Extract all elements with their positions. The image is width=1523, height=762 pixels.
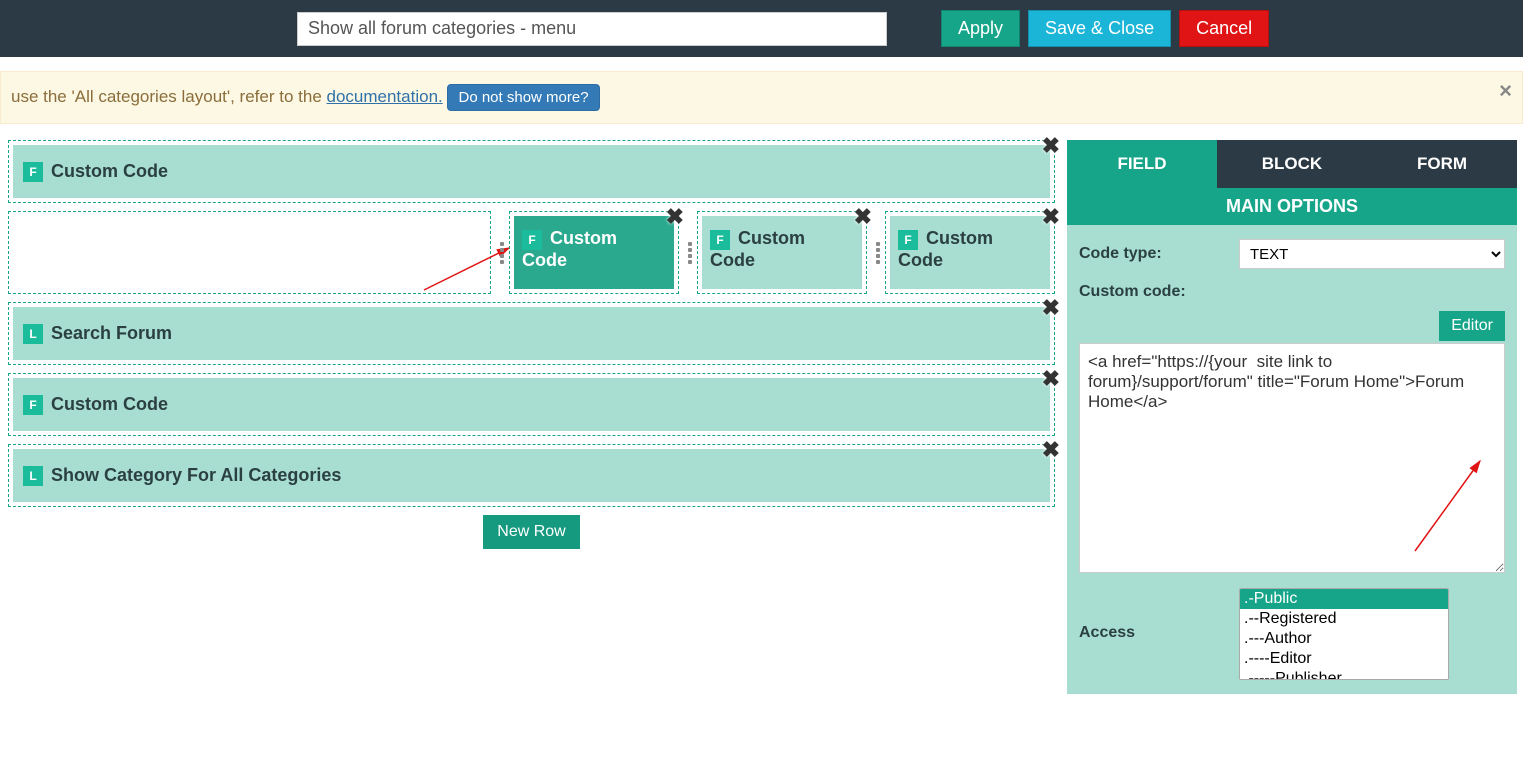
documentation-link[interactable]: documentation.	[327, 87, 443, 106]
tab-form[interactable]: FORM	[1367, 140, 1517, 188]
row-multi: ✖ FCustom Code ✖ FCustom Code	[8, 211, 1055, 294]
do-not-show-button[interactable]: Do not show more?	[447, 84, 599, 111]
top-toolbar: Apply Save & Close Cancel	[0, 0, 1523, 57]
row-block[interactable]: ✖ F Custom Code	[8, 140, 1055, 203]
apply-button[interactable]: Apply	[941, 10, 1020, 47]
panel-header: MAIN OPTIONS	[1067, 188, 1517, 225]
save-close-button[interactable]: Save & Close	[1028, 10, 1171, 47]
code-type-select[interactable]: TEXT	[1239, 239, 1505, 269]
close-icon[interactable]: ✖	[1042, 206, 1060, 228]
row-block[interactable]: ✖ L Search Forum	[8, 302, 1055, 365]
close-icon[interactable]: ✖	[1042, 368, 1060, 390]
notice-text: use the 'All categories layout', refer t…	[11, 87, 327, 106]
block-label: Show Category For All Categories	[51, 465, 341, 486]
new-row-button[interactable]: New Row	[483, 515, 579, 549]
empty-cell[interactable]	[8, 211, 491, 294]
block-label: Custom Code	[51, 161, 168, 182]
editor-button[interactable]: Editor	[1439, 311, 1505, 341]
close-icon[interactable]: ✖	[1042, 297, 1060, 319]
field-cell[interactable]: ✖ FCustom Code	[509, 211, 679, 294]
field-badge: F	[23, 162, 43, 182]
field-badge: F	[898, 230, 918, 250]
row-block[interactable]: ✖ L Show Category For All Categories	[8, 444, 1055, 507]
field-badge: F	[522, 230, 542, 250]
access-select[interactable]: .-Public .--Registered .---Author .----E…	[1239, 588, 1449, 680]
layout-builder: ✖ F Custom Code ✖ FCustom Code	[6, 140, 1057, 549]
custom-code-label: Custom code:	[1079, 283, 1505, 301]
page-title-input[interactable]	[297, 12, 887, 46]
access-label: Access	[1079, 588, 1239, 642]
code-type-label: Code type:	[1079, 245, 1239, 263]
list-badge: L	[23, 324, 43, 344]
close-icon[interactable]: ✖	[1042, 135, 1060, 157]
close-icon[interactable]: ✖	[854, 206, 872, 228]
block-label: Search Forum	[51, 323, 172, 344]
cancel-button[interactable]: Cancel	[1179, 10, 1269, 47]
drag-handle-icon[interactable]	[497, 242, 507, 264]
close-icon[interactable]: ✖	[1042, 439, 1060, 461]
custom-code-textarea[interactable]	[1079, 343, 1505, 573]
block-label: Custom Code	[51, 394, 168, 415]
field-badge: F	[710, 230, 730, 250]
field-badge: F	[23, 395, 43, 415]
list-badge: L	[23, 466, 43, 486]
close-icon[interactable]: ×	[1499, 78, 1512, 104]
field-cell[interactable]: ✖ FCustom Code	[697, 211, 867, 294]
properties-panel: FIELD BLOCK FORM MAIN OPTIONS Code type:…	[1067, 140, 1517, 694]
field-cell[interactable]: ✖ FCustom Code	[885, 211, 1055, 294]
info-notice: use the 'All categories layout', refer t…	[0, 71, 1523, 124]
row-block[interactable]: ✖ F Custom Code	[8, 373, 1055, 436]
tab-block[interactable]: BLOCK	[1217, 140, 1367, 188]
close-icon[interactable]: ✖	[666, 206, 684, 228]
drag-handle-icon[interactable]	[685, 242, 695, 264]
tab-field[interactable]: FIELD	[1067, 140, 1217, 188]
drag-handle-icon[interactable]	[873, 242, 883, 264]
